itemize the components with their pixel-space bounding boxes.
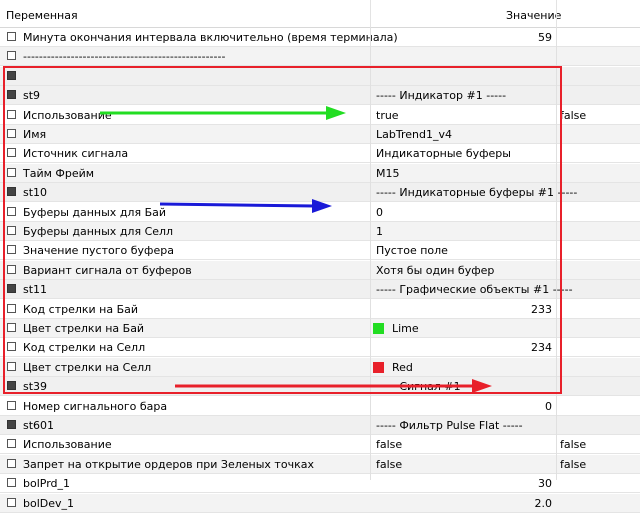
blue-arrow <box>159 199 332 213</box>
table-row[interactable]: bolDev_1 2.0 <box>0 493 640 513</box>
red-arrow <box>175 379 492 393</box>
variable-value[interactable]: 2.0 <box>535 497 553 510</box>
green-arrow <box>100 106 346 120</box>
variable-name: bolDev_1 <box>23 496 75 510</box>
annotation-arrows <box>100 106 492 393</box>
row-checkbox[interactable] <box>7 497 16 507</box>
